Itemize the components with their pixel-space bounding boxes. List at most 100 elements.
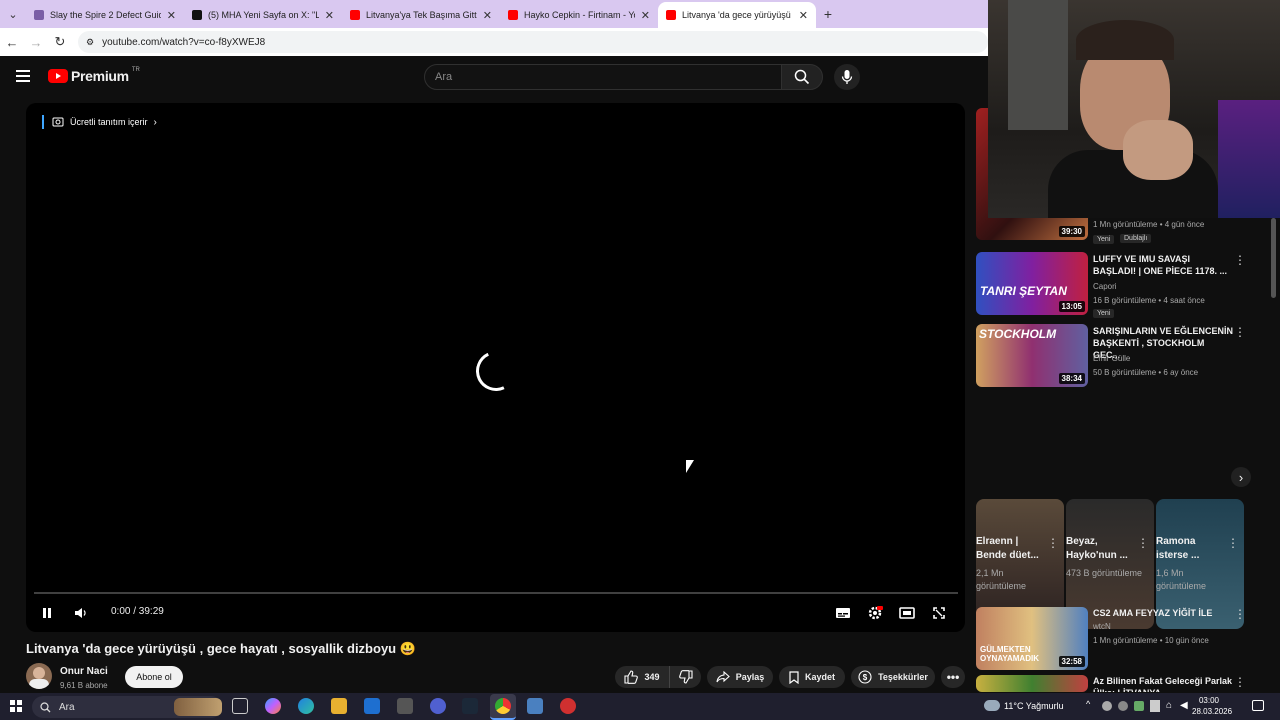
more-actions-button[interactable]: •••	[941, 666, 965, 688]
tab-close-icon[interactable]: ✕	[641, 9, 650, 22]
short-title[interactable]: Elraenn | Bende düet...	[976, 535, 1042, 563]
tray-icon[interactable]	[1102, 701, 1112, 711]
tab-close-icon[interactable]: ✕	[167, 9, 176, 22]
channel-name[interactable]: Onur Naci	[60, 666, 108, 677]
browser-tab[interactable]: Hayko Cepkin - Firtinam - YouT ✕	[500, 2, 658, 28]
like-button[interactable]: 349	[615, 666, 669, 688]
edge-icon[interactable]	[298, 698, 314, 714]
network-icon[interactable]: ⌂	[1166, 700, 1172, 711]
search-icon	[794, 69, 810, 85]
video-duration: 32:58	[1058, 656, 1085, 667]
more-vertical-icon[interactable]: ⋮	[1227, 537, 1239, 549]
video-title[interactable]: CS2 AMA FEYYAZ YİĞİT İLE	[1093, 607, 1233, 619]
taskbar-clock[interactable]: 03:00 28.03.2026	[1192, 695, 1233, 717]
short-views: 2,1 Mn görüntüleme	[976, 568, 1027, 591]
channel-name[interactable]: Capori	[1093, 282, 1117, 291]
shorts-next-button[interactable]: ›	[1231, 467, 1251, 487]
subtitles-icon	[836, 608, 850, 618]
browser-tab[interactable]: Litvanya'ya Tek Başıma Gittim! 🇱🇹 ✕	[342, 2, 500, 28]
channel-name[interactable]: Emir Gülle	[1093, 354, 1130, 363]
share-label: Paylaş	[735, 672, 765, 682]
more-vertical-icon[interactable]: ⋮	[1234, 254, 1246, 266]
browser-tab[interactable]: Slay the Spire 2 Defect Guide - ✕	[26, 2, 184, 28]
video-thumbnail[interactable]	[976, 675, 1088, 692]
site-info-icon[interactable]: ⚙	[86, 37, 94, 48]
tray-icon[interactable]	[1118, 701, 1128, 711]
youtube-logo[interactable]: Premium TR	[48, 67, 140, 84]
steam-icon[interactable]	[462, 698, 478, 714]
url-field[interactable]: ⚙ youtube.com/watch?v=co-f8yXWEJ8	[78, 31, 988, 53]
short-title[interactable]: Ramona isterse ...	[1156, 535, 1222, 563]
pause-button[interactable]	[37, 603, 57, 623]
windows-start-icon[interactable]	[10, 700, 22, 712]
settings-button[interactable]	[865, 603, 885, 623]
video-thumbnail[interactable]: STOCKHOLM 38:34	[976, 324, 1088, 387]
discord-icon[interactable]	[430, 698, 446, 714]
thanks-button[interactable]: $ Teşekkürler	[851, 666, 935, 688]
search-button[interactable]	[781, 64, 823, 90]
progress-bar[interactable]	[34, 592, 958, 594]
new-tab-button[interactable]: +	[816, 6, 840, 22]
mail-icon[interactable]	[364, 698, 380, 714]
notification-icon[interactable]	[1252, 700, 1264, 711]
video-thumbnail[interactable]: TANRI ŞEYTAN 13:05	[976, 252, 1088, 315]
speaker-icon[interactable]: ◀	[1180, 700, 1188, 711]
scrollbar[interactable]	[1271, 218, 1276, 298]
subtitles-button[interactable]	[833, 603, 853, 623]
save-button[interactable]: Kaydet	[779, 666, 845, 688]
taskbar-search-input[interactable]: Ara	[32, 696, 222, 718]
app-icon[interactable]	[527, 698, 543, 714]
chrome-icon	[495, 698, 511, 714]
chevron-up-icon[interactable]: ^	[1086, 699, 1090, 709]
more-vertical-icon[interactable]: ⋮	[1137, 537, 1149, 549]
tab-close-icon[interactable]: ✕	[799, 9, 808, 22]
video-title[interactable]: Az Bilinen Fakat Geleceği Parlak Ülke: L…	[1093, 675, 1233, 692]
save-label: Kaydet	[804, 672, 835, 682]
browser-tab-active[interactable]: Litvanya 'da gece yürüyüşü , ge ✕	[658, 2, 816, 28]
video-title[interactable]: LUFFY VE IMU SAVAŞI BAŞLADI! | ONE PİECE…	[1093, 253, 1233, 277]
app-icon[interactable]	[397, 698, 413, 714]
forward-arrow-icon[interactable]: →	[24, 35, 48, 50]
more-vertical-icon[interactable]: ⋮	[1234, 608, 1246, 620]
fullscreen-button[interactable]	[929, 603, 949, 623]
volume-button[interactable]	[71, 603, 91, 623]
url-text: youtube.com/watch?v=co-f8yXWEJ8	[102, 36, 266, 48]
tab-close-icon[interactable]: ✕	[325, 9, 334, 22]
video-meta: 50 B görüntüleme • 6 ay önce	[1093, 368, 1199, 377]
reload-icon[interactable]: ↻	[48, 34, 72, 50]
weather-text[interactable]: 11°C Yağmurlu	[1004, 701, 1064, 711]
voice-search-button[interactable]	[834, 64, 860, 90]
more-vertical-icon[interactable]: ⋮	[1234, 676, 1246, 688]
file-explorer-icon[interactable]	[331, 698, 347, 714]
browser-tab[interactable]: (5) MHA Yeni Sayfa on X: "Litva ✕	[184, 2, 342, 28]
task-view-icon[interactable]	[232, 698, 248, 714]
tray-icon[interactable]	[1134, 701, 1144, 711]
back-arrow-icon[interactable]: ←	[0, 35, 24, 50]
obs-icon[interactable]	[560, 698, 576, 714]
more-vertical-icon[interactable]: ⋮	[1047, 537, 1059, 549]
microphone-icon[interactable]	[1150, 700, 1160, 712]
video-thumbnail[interactable]: GÜLMEKTEN OYNAYAMADIK 32:58	[976, 607, 1088, 670]
tab-search-chevron-icon[interactable]: ⌄	[0, 0, 26, 28]
channel-avatar[interactable]	[26, 663, 52, 689]
short-title[interactable]: Beyaz, Hayko'nun ...	[1066, 535, 1132, 563]
menu-icon[interactable]	[16, 70, 30, 82]
copilot-icon[interactable]	[265, 698, 281, 714]
volume-icon	[75, 608, 86, 618]
tab-close-icon[interactable]: ✕	[483, 9, 492, 22]
clock-date: 28.03.2026	[1192, 707, 1233, 716]
thanks-label: Teşekkürler	[878, 672, 928, 682]
subscriber-count: 9,61 B abone	[60, 681, 108, 690]
new-badge: Yeni	[1093, 309, 1115, 318]
share-button[interactable]: Paylaş	[707, 666, 773, 688]
channel-name[interactable]: wtcN	[1093, 622, 1111, 631]
weather-cloud-icon[interactable]	[984, 700, 1000, 711]
dislike-button[interactable]	[669, 666, 701, 688]
theater-mode-button[interactable]	[897, 603, 917, 623]
paid-promotion-notice[interactable]: Ücretli tanıtım içerir ›	[42, 115, 157, 129]
more-vertical-icon[interactable]: ⋮	[1234, 326, 1246, 338]
search-input[interactable]: Ara	[424, 64, 782, 90]
search-icon	[40, 701, 51, 712]
promo-text: Ücretli tanıtım içerir	[70, 117, 148, 127]
subscribe-button[interactable]: Abone ol	[125, 666, 183, 688]
